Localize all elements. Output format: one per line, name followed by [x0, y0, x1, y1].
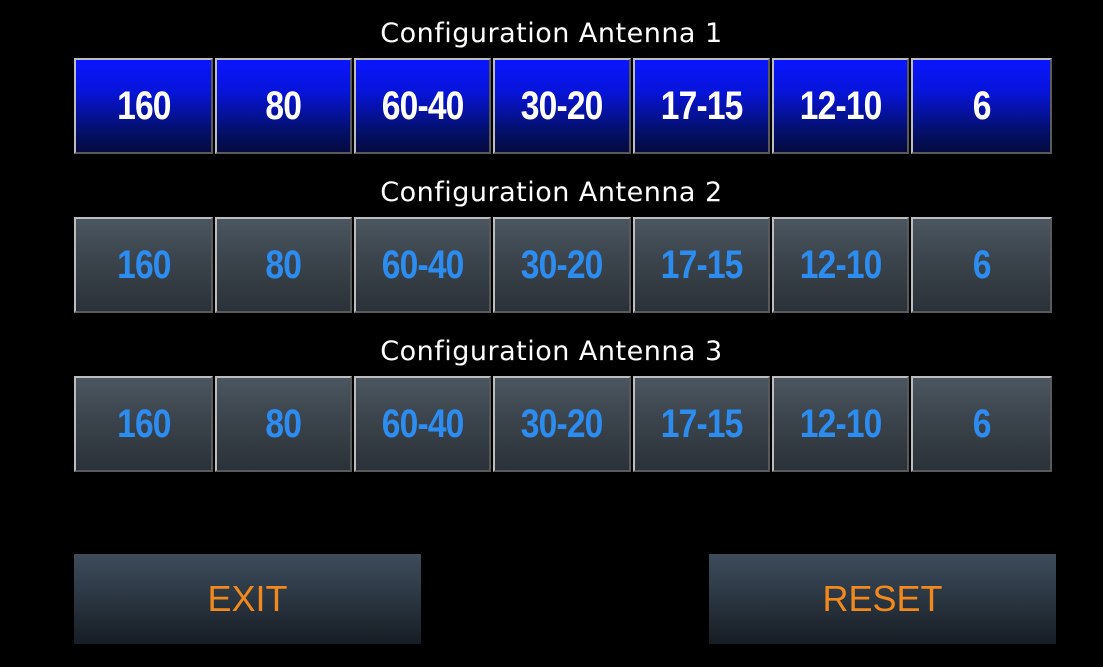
antenna-2-band-30-20-button[interactable]: 30-20	[493, 217, 631, 313]
antenna-3-band-12-10-button[interactable]: 12-10	[772, 376, 909, 472]
antenna-2-band-60-40-button[interactable]: 60-40	[354, 217, 491, 313]
antenna-2-band-row: 160 80 60-40 30-20 17-15 12-10 6	[74, 217, 1056, 313]
reset-button[interactable]: RESET	[709, 554, 1056, 644]
antenna-3-band-row: 160 80 60-40 30-20 17-15 12-10 6	[74, 376, 1056, 472]
antenna-1-band-12-10-button[interactable]: 12-10	[772, 58, 909, 154]
antenna-2-band-160-button[interactable]: 160	[74, 217, 213, 313]
band-label: 6	[972, 401, 992, 446]
band-label: 17-15	[660, 401, 744, 446]
antenna-2-title: Configuration Antenna 2	[380, 177, 723, 208]
band-label: 160	[116, 242, 171, 287]
band-label: 60-40	[381, 83, 465, 128]
band-label: 17-15	[660, 242, 744, 287]
band-label: 30-20	[521, 242, 604, 287]
band-label: 17-15	[660, 83, 744, 128]
antenna-1-band-row: 160 80 60-40 30-20 17-15 12-10 6	[74, 58, 1056, 154]
band-label: 60-40	[381, 242, 465, 287]
antenna-3-title: Configuration Antenna 3	[380, 336, 723, 367]
antenna-1-band-30-20-button[interactable]: 30-20	[493, 58, 631, 154]
band-label: 60-40	[381, 401, 465, 446]
band-label: 12-10	[799, 83, 883, 128]
antenna-3-band-30-20-button[interactable]: 30-20	[493, 376, 631, 472]
antenna-1-band-60-40-button[interactable]: 60-40	[354, 58, 491, 154]
band-label: 30-20	[521, 83, 604, 128]
antenna-1-band-17-15-button[interactable]: 17-15	[633, 58, 770, 154]
antenna-1-band-6-button[interactable]: 6	[911, 58, 1052, 154]
antenna-3-band-6-button[interactable]: 6	[911, 376, 1052, 472]
antenna-3-band-160-button[interactable]: 160	[74, 376, 213, 472]
band-label: 6	[972, 242, 992, 287]
band-label: 160	[116, 83, 171, 128]
band-label: 6	[972, 83, 992, 128]
antenna-3-band-17-15-button[interactable]: 17-15	[633, 376, 770, 472]
antenna-1-title: Configuration Antenna 1	[380, 18, 723, 49]
band-label: 12-10	[799, 401, 883, 446]
band-label: 80	[265, 401, 303, 446]
antenna-2-band-6-button[interactable]: 6	[911, 217, 1052, 313]
antenna-2-band-17-15-button[interactable]: 17-15	[633, 217, 770, 313]
antenna-3-band-80-button[interactable]: 80	[215, 376, 352, 472]
band-label: 12-10	[799, 242, 883, 287]
antenna-3-band-60-40-button[interactable]: 60-40	[354, 376, 491, 472]
band-label: 80	[265, 242, 303, 287]
antenna-2-band-12-10-button[interactable]: 12-10	[772, 217, 909, 313]
band-label: 80	[265, 83, 303, 128]
exit-button[interactable]: EXIT	[74, 554, 421, 644]
antenna-2-band-80-button[interactable]: 80	[215, 217, 352, 313]
band-label: 160	[116, 401, 171, 446]
antenna-1-band-80-button[interactable]: 80	[215, 58, 352, 154]
band-label: 30-20	[521, 401, 604, 446]
antenna-1-band-160-button[interactable]: 160	[74, 58, 213, 154]
